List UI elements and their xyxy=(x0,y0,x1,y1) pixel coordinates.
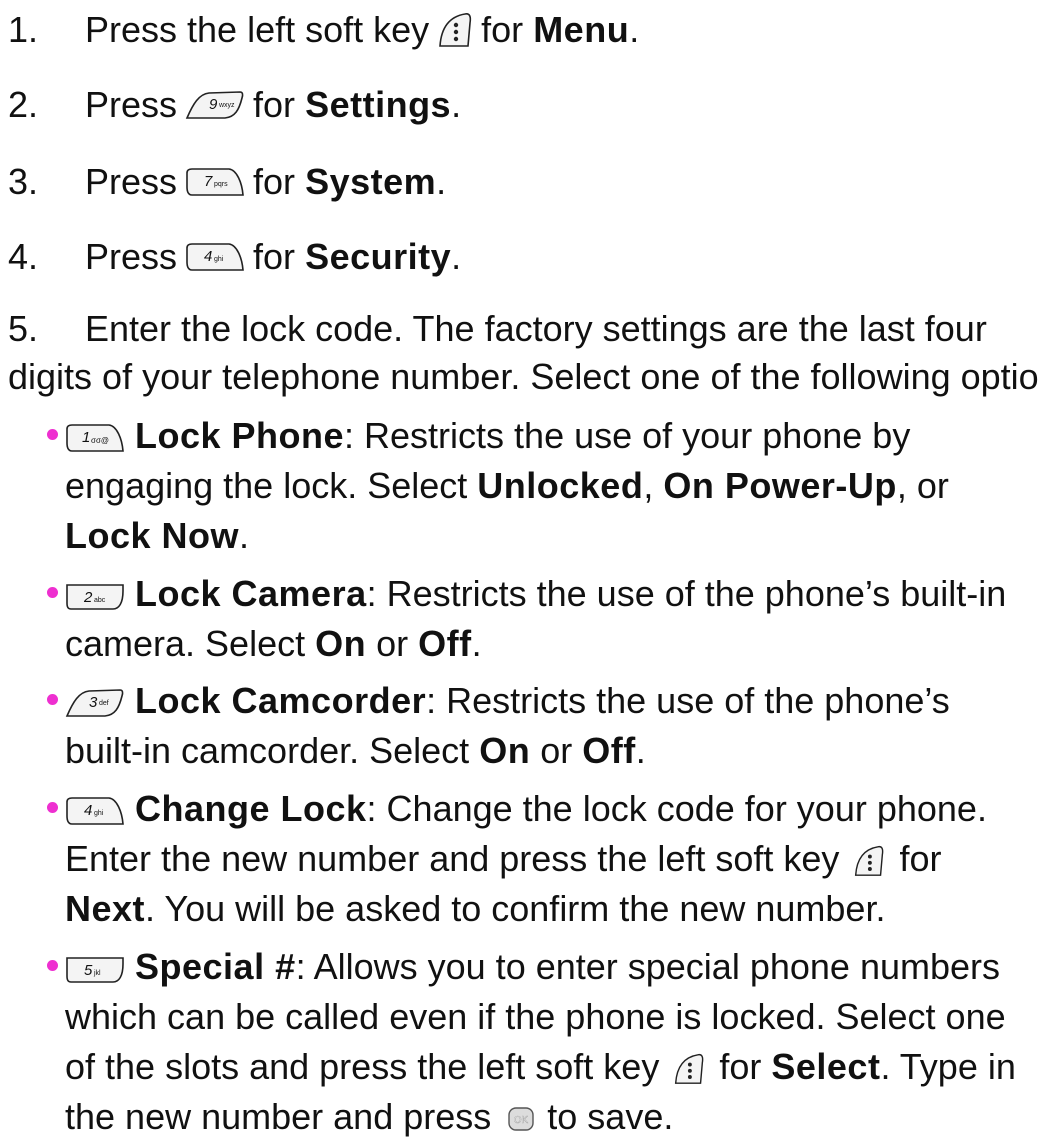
step-text: Press the left soft key xyxy=(85,9,430,50)
step-punct: . xyxy=(436,161,447,202)
lock-now-label: Lock Now xyxy=(65,515,240,556)
security-label: Security xyxy=(305,236,452,277)
option-sep: , xyxy=(643,465,664,506)
option-lock-phone: 1 σσ@ Lock Phone: Restricts the use of yo… xyxy=(47,411,1035,561)
option-title: Special # xyxy=(135,946,296,987)
key-digit: 9 xyxy=(209,96,218,113)
menu-label: Menu xyxy=(533,9,630,50)
option-lock-camera: 2 abc Lock Camera: Restricts the use of t… xyxy=(47,569,1035,669)
key-letters: pqrs xyxy=(214,181,228,188)
step-text: Press xyxy=(85,236,178,277)
key-letters: jkl xyxy=(93,970,101,977)
left-soft-key-icon xyxy=(437,11,473,49)
step-number: 4. xyxy=(8,236,39,277)
step-3: 3. Press 7 pqrs for System. xyxy=(8,157,446,207)
option-desc-cont: . You will be asked to confirm the new n… xyxy=(145,888,886,929)
key-letters: wxyz xyxy=(218,102,235,109)
bullet-dot xyxy=(47,802,58,813)
step-text-line2: digits of your telephone number. Select … xyxy=(8,356,1038,397)
power-up-label: On Power-Up xyxy=(663,465,897,506)
key-letters: def xyxy=(99,700,109,707)
step-5: 5. Enter the lock code. The factory setti… xyxy=(8,305,1038,401)
option-sep: or xyxy=(366,623,419,664)
key-digit: 2 xyxy=(83,589,93,606)
key-digit: 5 xyxy=(84,962,93,979)
key-digit: 4 xyxy=(204,248,212,265)
left-soft-key-icon xyxy=(853,844,885,878)
option-title: Lock Camcorder xyxy=(135,680,427,721)
key-3-def-icon: 3 def xyxy=(65,688,125,718)
option-desc-end: to save. xyxy=(537,1096,674,1137)
bullet-dot xyxy=(47,587,58,598)
key-letters: ghi xyxy=(94,810,104,817)
left-soft-key-icon xyxy=(673,1052,705,1086)
option-punct: . xyxy=(471,623,482,664)
ok-key-icon: OK xyxy=(507,1106,535,1132)
key-5-jkl-icon: 5 jkl xyxy=(65,954,125,984)
step-text: Press xyxy=(85,84,178,125)
key-digit: 4 xyxy=(84,802,92,819)
key-7-pqrs-icon: 7 pqrs xyxy=(185,167,245,197)
off-label: Off xyxy=(418,623,472,664)
on-label: On xyxy=(479,730,531,771)
key-digit: 1 xyxy=(82,429,90,446)
option-punct: . xyxy=(239,515,250,556)
off-label: Off xyxy=(582,730,636,771)
on-label: On xyxy=(315,623,367,664)
step-number: 5. xyxy=(8,308,39,349)
settings-label: Settings xyxy=(305,84,452,125)
step-2: 2. Press 9 wxyz for Settings. xyxy=(8,80,461,130)
option-sep: , or xyxy=(896,465,949,506)
step-4: 4. Press 4 ghi for Security. xyxy=(8,232,461,282)
key-letters: ghi xyxy=(214,256,224,263)
step-text-for: for xyxy=(253,161,296,202)
key-4-ghi-icon: 4 ghi xyxy=(65,796,125,826)
step-punct: . xyxy=(629,9,640,50)
key-letters: abc xyxy=(94,597,106,604)
step-number: 1. xyxy=(8,9,39,50)
option-sep: for xyxy=(889,838,942,879)
key-digit: 7 xyxy=(204,173,213,190)
ok-key-label: OK xyxy=(514,1115,529,1126)
step-punct: . xyxy=(451,84,462,125)
manual-page: 1. Press the left soft key for Menu. 2. … xyxy=(0,0,1038,1140)
option-change-lock: 4 ghi Change Lock: Change the lock code f… xyxy=(47,784,1035,934)
option-title: Lock Phone xyxy=(135,415,345,456)
step-text-for: for xyxy=(253,84,296,125)
step-punct: . xyxy=(451,236,462,277)
step-number: 3. xyxy=(8,161,39,202)
next-label: Next xyxy=(65,888,146,929)
step-text: Press xyxy=(85,161,178,202)
option-lock-camcorder: 3 def Lock Camcorder: Restricts the use o… xyxy=(47,676,1035,776)
step-number: 2. xyxy=(8,84,39,125)
option-title: Change Lock xyxy=(135,788,367,829)
select-label: Select xyxy=(771,1046,881,1087)
key-9-wxyz-icon: 9 wxyz xyxy=(185,90,245,120)
key-digit: 3 xyxy=(89,694,98,711)
bullet-dot xyxy=(47,960,58,971)
bullet-dot xyxy=(47,694,58,705)
key-letters: σσ@ xyxy=(91,436,109,445)
system-label: System xyxy=(305,161,437,202)
bullet-dot xyxy=(47,429,58,440)
option-punct: . xyxy=(635,730,646,771)
key-2-abc-icon: 2 abc xyxy=(65,581,125,611)
key-4-ghi-icon: 4 ghi xyxy=(185,242,245,272)
step-text-for: for xyxy=(253,236,296,277)
option-title: Lock Camera xyxy=(135,573,367,614)
option-sep: for xyxy=(709,1046,772,1087)
option-special-number: 5 jkl Special #: Allows you to enter spec… xyxy=(47,942,1035,1142)
key-1-icon: 1 σσ@ xyxy=(65,423,125,453)
option-sep: or xyxy=(530,730,583,771)
step-1: 1. Press the left soft key for Menu. xyxy=(8,5,639,55)
step-text-line1: Enter the lock code. The factory setting… xyxy=(85,308,987,349)
step-text-for: for xyxy=(481,9,524,50)
unlocked-label: Unlocked xyxy=(477,465,644,506)
